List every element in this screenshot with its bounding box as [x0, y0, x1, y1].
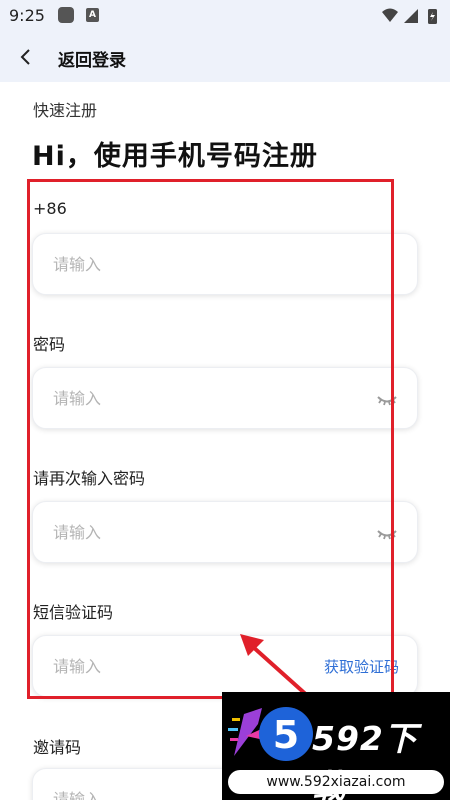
status-bar: 9:25 A — [0, 0, 450, 32]
confirm-password-input[interactable] — [53, 502, 303, 562]
sms-code-input[interactable] — [53, 636, 303, 696]
password-field — [32, 367, 418, 429]
phone-input[interactable] — [53, 234, 303, 294]
eye-hidden-icon[interactable] — [377, 523, 397, 543]
watermark: 5 592下载 www.592xiazai.com — [222, 692, 450, 800]
brand-logo-icon: 5 — [228, 707, 313, 761]
get-code-button[interactable]: 获取验证码 — [324, 656, 399, 677]
top-bar: 返回登录 — [0, 32, 450, 82]
status-time: 9:25 — [9, 6, 45, 25]
confirm-password-field — [32, 501, 418, 563]
password-label: 密码 — [33, 335, 66, 354]
wifi-icon — [382, 8, 398, 22]
page-title: Hi，使用手机号码注册 — [32, 141, 318, 172]
phone-field — [32, 233, 418, 295]
brand-logo-digit: 5 — [273, 713, 299, 757]
phone-country-code-label: +86 — [33, 199, 67, 218]
page-subtitle: 快速注册 — [33, 101, 98, 120]
back-arrow-icon[interactable] — [14, 45, 38, 69]
sms-code-field: 获取验证码 — [32, 635, 418, 697]
app-badge-icon: A — [86, 8, 99, 22]
invite-code-label: 邀请码 — [33, 738, 82, 757]
watermark-url: www.592xiazai.com — [228, 770, 444, 794]
app-notification-icon — [58, 7, 74, 23]
sms-code-label: 短信验证码 — [33, 603, 114, 622]
eye-hidden-icon[interactable] — [377, 389, 397, 409]
status-indicators — [382, 8, 437, 24]
back-to-login-label[interactable]: 返回登录 — [58, 46, 126, 71]
password-input[interactable] — [53, 368, 303, 428]
signal-icon — [404, 9, 418, 23]
confirm-password-label: 请再次输入密码 — [33, 469, 146, 488]
